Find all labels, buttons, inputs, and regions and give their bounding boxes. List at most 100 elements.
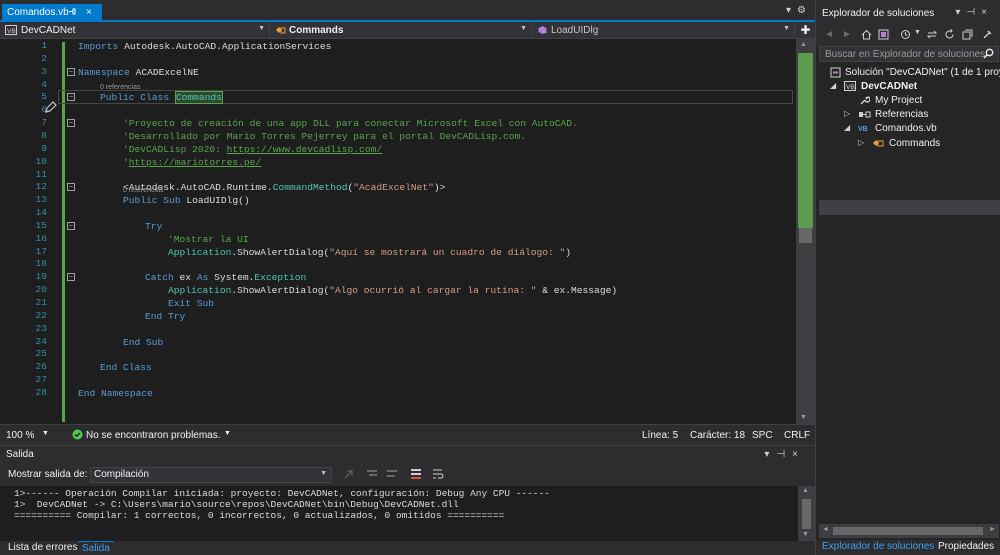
- collapsed-arrow-icon[interactable]: ▷: [844, 109, 850, 118]
- settings-gear-icon[interactable]: ⚙: [797, 5, 812, 16]
- line-number: 13: [35, 194, 47, 206]
- tab-list-dropdown-icon[interactable]: ▾: [786, 5, 797, 16]
- tree-item-solution[interactable]: Solución "DevCADNet" (1 de 1 proy: [816, 66, 1000, 80]
- panel-menu-icon[interactable]: ▾: [764, 449, 776, 460]
- tree-item-my-project[interactable]: My Project: [816, 94, 1000, 108]
- zoom-dropdown-icon[interactable]: ▼: [42, 430, 49, 437]
- scroll-down-icon[interactable]: ▼: [800, 414, 807, 421]
- pin-icon[interactable]: [68, 7, 77, 16]
- collapse-region-icon[interactable]: −: [67, 93, 75, 102]
- code-keyword: Exit Sub: [168, 298, 215, 309]
- sync-icon[interactable]: [926, 29, 938, 40]
- tab-output[interactable]: Salida: [78, 541, 114, 555]
- line-number: 17: [35, 245, 47, 257]
- references-codelens[interactable]: 0 referencias: [100, 84, 140, 91]
- scroll-up-icon[interactable]: ▲: [800, 41, 807, 48]
- home-icon[interactable]: [861, 29, 872, 40]
- scrollbar-thumb[interactable]: [802, 499, 811, 529]
- refresh-icon[interactable]: [944, 29, 955, 40]
- search-icon[interactable]: [983, 48, 994, 59]
- quick-action-pencil-icon[interactable]: [44, 100, 58, 114]
- tab-error-list[interactable]: Lista de errores: [4, 541, 81, 555]
- code-text: ACADExcelNE: [129, 66, 199, 78]
- line-ending-indicator[interactable]: CRLF: [784, 430, 810, 441]
- code-line: 'Mostrar la UI: [168, 233, 249, 246]
- issues-dropdown-icon[interactable]: ▼: [224, 430, 231, 437]
- code-link[interactable]: https://mariotorres.pe/: [129, 157, 261, 168]
- project-dropdown[interactable]: VB DevCADNet ▼: [0, 23, 270, 38]
- editor-status-bar: 100 % ▼ No se encontraron problemas. ▼ L…: [0, 424, 815, 446]
- pending-changes-filter-icon[interactable]: [900, 29, 912, 40]
- tree-selection-highlight: [819, 200, 1000, 215]
- collapse-region-icon[interactable]: −: [67, 67, 75, 76]
- tree-item-references[interactable]: ▷ Referencias: [816, 108, 1000, 122]
- word-wrap-icon[interactable]: [432, 468, 444, 480]
- find-message-icon[interactable]: [386, 468, 398, 480]
- references-codelens[interactable]: 0 referencias: [123, 187, 163, 194]
- solution-icon: [830, 67, 841, 78]
- scroll-left-icon[interactable]: ◄: [822, 526, 829, 533]
- zoom-level[interactable]: 100 %: [6, 430, 34, 441]
- code-keyword: Try: [145, 220, 163, 232]
- switch-views-icon[interactable]: [878, 29, 890, 40]
- output-vertical-scrollbar[interactable]: ▲ ▼: [798, 486, 815, 541]
- panel-menu-icon[interactable]: ▾: [955, 7, 966, 18]
- line-number: 21: [35, 297, 47, 308]
- go-to-next-icon[interactable]: [366, 468, 378, 480]
- tab-properties[interactable]: Propiedades: [934, 540, 998, 554]
- output-source-value: Compilación: [94, 469, 150, 480]
- go-to-previous-icon[interactable]: [343, 468, 355, 480]
- code-editor[interactable]: 1 2 3 4 5 6 7 8 9 10 11 12 13 14 15 16 17 18 19 20 21 22 23 24 2…: [0, 39, 796, 424]
- output-title: Salida: [6, 449, 34, 460]
- tree-item-commands-class[interactable]: ▷ Commands: [816, 137, 1000, 151]
- chevron-down-icon[interactable]: ▼: [914, 29, 921, 36]
- code-line: Try: [145, 220, 162, 233]
- whitespace-mode[interactable]: SPC: [752, 430, 773, 441]
- scroll-right-icon[interactable]: ►: [989, 526, 996, 533]
- close-panel-icon[interactable]: ×: [981, 7, 993, 18]
- properties-icon[interactable]: [982, 29, 993, 40]
- code-text: LoadUIDlg(): [180, 195, 250, 207]
- pin-icon[interactable]: ⊣: [966, 7, 981, 18]
- column-indicator[interactable]: Carácter: 18: [690, 430, 745, 441]
- output-source-select[interactable]: Compilación ▼: [90, 467, 332, 483]
- close-panel-icon[interactable]: ×: [792, 449, 805, 460]
- clear-all-icon[interactable]: [410, 468, 422, 480]
- code-link[interactable]: https://www.devcadlisp.com/: [227, 144, 382, 155]
- scroll-up-icon[interactable]: ▲: [802, 487, 809, 494]
- collapse-region-icon[interactable]: −: [67, 119, 75, 128]
- code-line: 'DevCADLisp 2020: https://www.devcadlisp…: [123, 143, 382, 156]
- code-text: ): [565, 246, 572, 258]
- editor-vertical-scrollbar[interactable]: ▲ ▼: [796, 39, 815, 424]
- close-tab-icon[interactable]: ×: [86, 7, 92, 18]
- collapsed-arrow-icon[interactable]: ▷: [858, 138, 864, 147]
- tree-item-project[interactable]: ◢ VB DevCADNet: [816, 80, 1000, 94]
- forward-icon[interactable]: ►: [842, 29, 852, 40]
- output-text-area[interactable]: 1>------ Operación Compilar iniciada: pr…: [0, 486, 798, 541]
- bottom-tool-tabs: Lista de errores Salida: [0, 541, 815, 555]
- collapse-region-icon[interactable]: −: [67, 221, 75, 230]
- tab-comandos-vb[interactable]: Comandos.vb ×: [2, 4, 102, 22]
- scrollbar-thumb[interactable]: [833, 527, 983, 535]
- collapse-region-icon[interactable]: −: [67, 273, 75, 282]
- class-dropdown[interactable]: Commands ▼: [270, 23, 532, 38]
- member-dropdown[interactable]: LoadUIDlg ▼: [532, 23, 795, 38]
- code-text: System.: [208, 272, 255, 284]
- scroll-down-icon[interactable]: ▼: [802, 531, 809, 538]
- solution-horizontal-scrollbar[interactable]: ◄ ►: [819, 524, 999, 538]
- issues-status[interactable]: No se encontraron problemas.: [86, 430, 221, 441]
- collapse-all-icon[interactable]: [962, 29, 973, 40]
- expanded-arrow-icon[interactable]: ◢: [844, 123, 850, 132]
- code-comment: 'DevCADLisp 2020:: [123, 143, 227, 155]
- expanded-arrow-icon[interactable]: ◢: [830, 81, 836, 90]
- tree-item-comandos-vb[interactable]: ◢ VB Comandos.vb: [816, 122, 1000, 136]
- code-text: .ShowAlertDialog(: [231, 246, 330, 258]
- collapse-region-icon[interactable]: −: [67, 183, 75, 192]
- tab-solution-explorer[interactable]: Explorador de soluciones: [818, 540, 938, 554]
- line-indicator[interactable]: Línea: 5: [642, 430, 678, 441]
- line-number: 22: [35, 309, 47, 321]
- back-icon[interactable]: ◄: [824, 29, 834, 40]
- pin-icon[interactable]: ⊣: [776, 449, 792, 460]
- solution-search-input[interactable]: Buscar en Explorador de soluciones: [819, 46, 999, 62]
- split-editor-icon[interactable]: ✚: [796, 23, 815, 38]
